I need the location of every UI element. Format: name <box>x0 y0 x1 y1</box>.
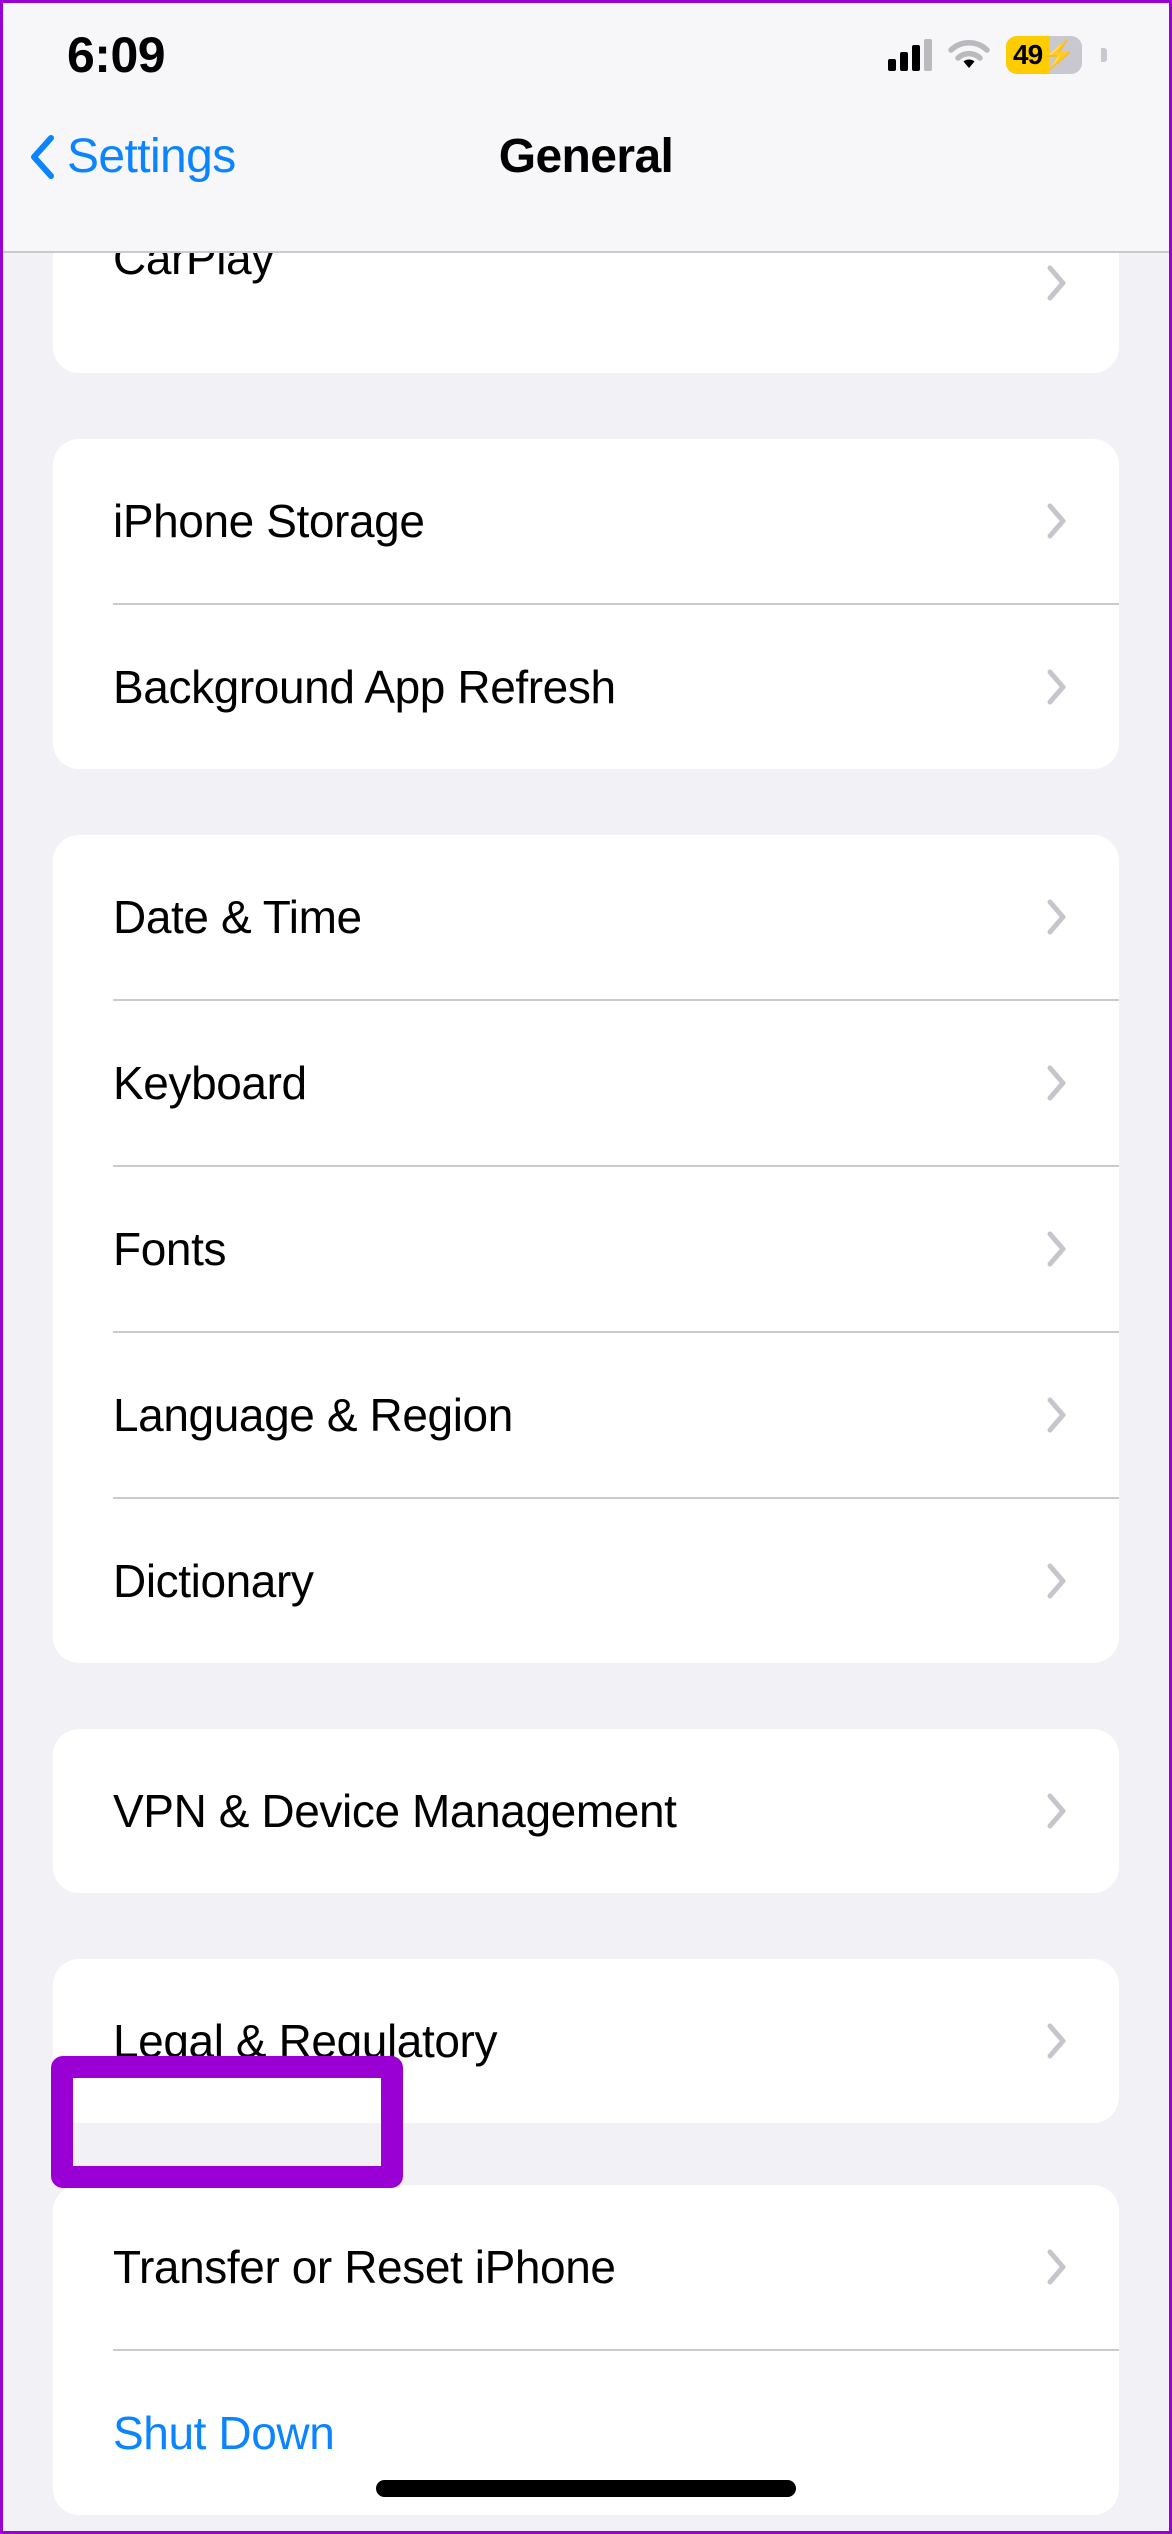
settings-row-label: VPN & Device Management <box>113 1785 677 1837</box>
chevron-right-icon <box>1047 503 1066 539</box>
settings-row-label: Shut Down <box>113 2407 335 2459</box>
chevron-right-icon <box>1047 1231 1066 1267</box>
chevron-right-icon <box>1047 669 1066 705</box>
settings-row-label: Legal & Regulatory <box>113 2015 498 2067</box>
settings-list[interactable]: CarPlay iPhone Storage Background App Refr… <box>3 253 1169 2531</box>
battery-cap <box>1101 48 1107 62</box>
settings-row-legal-regulatory[interactable]: Legal & Regulatory <box>53 1959 1119 2123</box>
chevron-right-icon <box>1047 1397 1066 1433</box>
cellular-bars-icon <box>888 39 932 71</box>
battery-percent-label: 49 <box>1013 39 1043 70</box>
status-bar-time: 6:09 <box>67 27 166 83</box>
battery-charging-bolt-icon: ⚡ <box>1041 39 1077 70</box>
back-button-label: Settings <box>67 130 236 183</box>
settings-row-fonts[interactable]: Fonts <box>53 1167 1119 1331</box>
home-indicator <box>376 2480 796 2497</box>
chevron-left-icon <box>31 134 54 179</box>
navigation-bar: Settings General <box>3 101 1169 253</box>
settings-row-label: Date & Time <box>113 891 362 943</box>
back-button[interactable]: Settings <box>29 129 236 184</box>
chevron-right-icon <box>1047 1065 1066 1101</box>
iphone-settings-screen: 6:09 49 ⚡ Settings General CarPlay iPhon… <box>0 0 1172 2534</box>
chevron-right-icon <box>1047 2023 1066 2059</box>
settings-row-dictionary[interactable]: Dictionary <box>53 1499 1119 1663</box>
settings-group: Date & Time Keyboard Fonts Language & Regio… <box>53 835 1119 1663</box>
status-bar: 6:09 49 ⚡ <box>3 3 1169 101</box>
chevron-right-icon <box>1047 1793 1066 1829</box>
settings-row-iphone-storage[interactable]: iPhone Storage <box>53 439 1119 603</box>
wifi-icon <box>948 40 990 68</box>
chevron-right-icon <box>1047 899 1066 935</box>
chevron-right-icon <box>1047 2249 1066 2285</box>
settings-row-label: Dictionary <box>113 1555 314 1607</box>
battery-icon: 49 ⚡ <box>1006 36 1082 74</box>
settings-row-language-region[interactable]: Language & Region <box>53 1333 1119 1497</box>
settings-group: iPhone Storage Background App Refresh <box>53 439 1119 769</box>
chevron-right-icon <box>1047 1563 1066 1599</box>
settings-row-label: Background App Refresh <box>113 661 616 713</box>
settings-row-label: Language & Region <box>113 1389 513 1441</box>
settings-row-vpn-device-management[interactable]: VPN & Device Management <box>53 1729 1119 1893</box>
status-bar-indicators: 49 ⚡ <box>888 36 1107 74</box>
settings-row-label: Transfer or Reset iPhone <box>113 2241 616 2293</box>
settings-group: Legal & Regulatory <box>53 1959 1119 2123</box>
settings-row-label: Keyboard <box>113 1057 307 1109</box>
settings-row-carplay[interactable]: CarPlay <box>53 253 1119 373</box>
settings-group: CarPlay <box>53 253 1119 373</box>
settings-row-label: Fonts <box>113 1223 227 1275</box>
settings-row-keyboard[interactable]: Keyboard <box>53 1001 1119 1165</box>
chevron-right-icon <box>1047 265 1066 301</box>
settings-row-date-time[interactable]: Date & Time <box>53 835 1119 999</box>
settings-row-label: iPhone Storage <box>113 495 425 547</box>
settings-group: VPN & Device Management <box>53 1729 1119 1893</box>
settings-group: Transfer or Reset iPhone Shut Down <box>53 2185 1119 2515</box>
settings-row-label: CarPlay <box>113 253 274 284</box>
settings-row-transfer-or-reset-iphone[interactable]: Transfer or Reset iPhone <box>53 2185 1119 2349</box>
settings-row-background-app-refresh[interactable]: Background App Refresh <box>53 605 1119 769</box>
